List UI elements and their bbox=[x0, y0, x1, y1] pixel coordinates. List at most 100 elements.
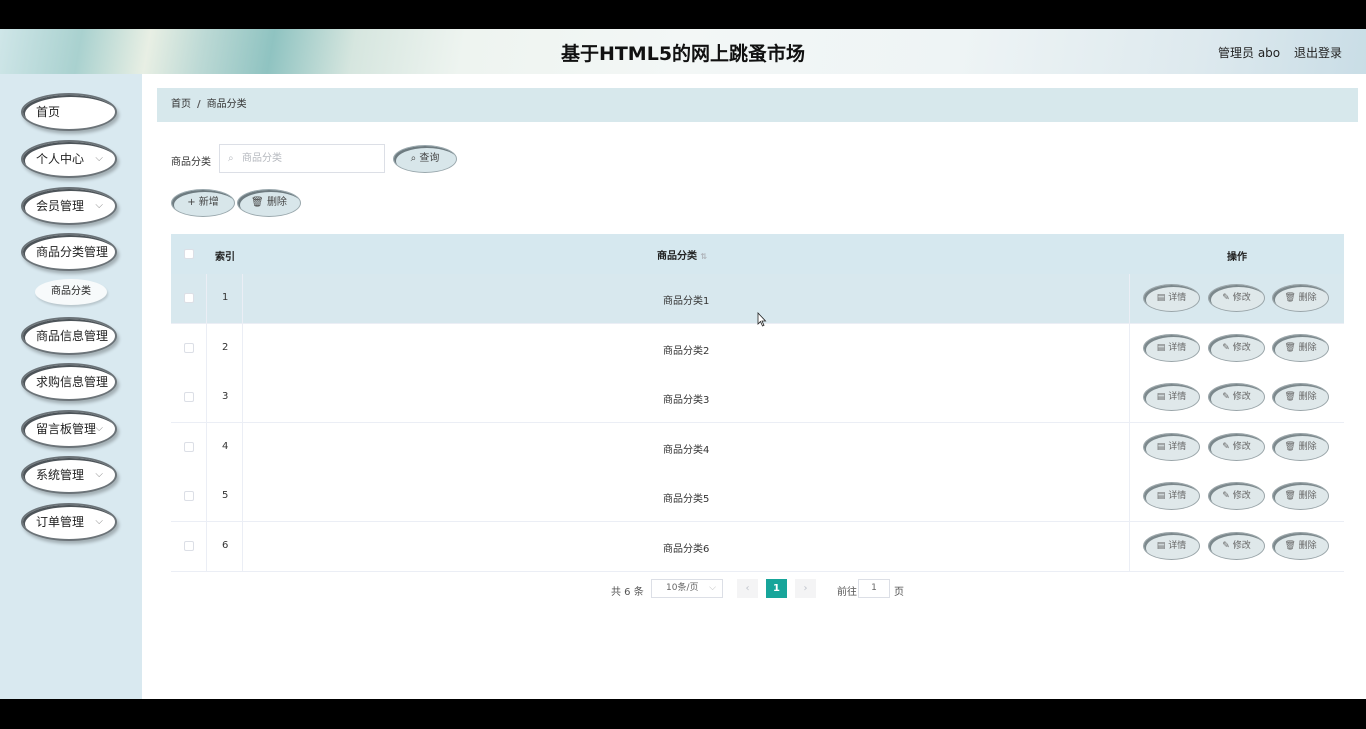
prev-page-button[interactable]: ‹ bbox=[737, 579, 758, 598]
row-index: 1 bbox=[222, 292, 228, 303]
sidebar-item-category-management[interactable]: 商品分类管理 bbox=[21, 233, 117, 271]
pencil-icon: ✎ bbox=[1222, 293, 1230, 303]
letterbox-bottom bbox=[0, 699, 1366, 729]
row-delete-button[interactable]: 🗑 删除 bbox=[1272, 532, 1329, 560]
page-number-current[interactable]: 1 bbox=[766, 579, 787, 598]
column-header-index: 索引 bbox=[215, 248, 235, 263]
document-icon: ▤ bbox=[1157, 442, 1166, 452]
delete-button[interactable]: 🗑 删除 bbox=[237, 189, 301, 217]
pencil-icon: ✎ bbox=[1222, 541, 1230, 551]
row-checkbox[interactable] bbox=[184, 343, 194, 353]
row-checkbox[interactable] bbox=[184, 442, 194, 452]
sidebar-item-label: 首页 bbox=[36, 105, 60, 119]
column-divider bbox=[206, 324, 207, 373]
chevron-down-icon: ⌵ bbox=[95, 458, 103, 492]
row-delete-button-label: 删除 bbox=[1299, 541, 1317, 551]
detail-button-label: 详情 bbox=[1168, 293, 1186, 303]
detail-button[interactable]: ▤ 详情 bbox=[1143, 284, 1200, 312]
row-delete-button[interactable]: 🗑 删除 bbox=[1272, 284, 1329, 312]
delete-button-label: 删除 bbox=[267, 197, 287, 208]
edit-button[interactable]: ✎ 修改 bbox=[1208, 482, 1265, 510]
top-header: 基于HTML5的网上跳蚤市场 管理员 abo 退出登录 bbox=[0, 29, 1366, 74]
select-all-checkbox[interactable] bbox=[184, 249, 194, 259]
edit-button[interactable]: ✎ 修改 bbox=[1208, 532, 1265, 560]
query-button-label: 查询 bbox=[419, 153, 439, 164]
row-category: 商品分类5 bbox=[663, 490, 709, 505]
edit-button[interactable]: ✎ 修改 bbox=[1208, 334, 1265, 362]
sidebar-item-orders[interactable]: 订单管理 ⌵ bbox=[21, 503, 117, 541]
pencil-icon: ✎ bbox=[1222, 343, 1230, 353]
detail-button-label: 详情 bbox=[1168, 541, 1186, 551]
detail-button[interactable]: ▤ 详情 bbox=[1143, 383, 1200, 411]
sidebar: 首页 个人中心 ⌵ 会员管理 ⌵ 商品分类管理 商品分类 商品信息管理 求购信息… bbox=[0, 74, 142, 699]
column-header-category-label: 商品分类 bbox=[657, 251, 697, 262]
sidebar-item-members[interactable]: 会员管理 ⌵ bbox=[21, 187, 117, 225]
pencil-icon: ✎ bbox=[1222, 392, 1230, 402]
sidebar-item-message-board[interactable]: 留言板管理 ⌵ bbox=[21, 410, 117, 448]
edit-button[interactable]: ✎ 修改 bbox=[1208, 284, 1265, 312]
sidebar-item-home[interactable]: 首页 bbox=[21, 93, 117, 131]
row-index: 4 bbox=[222, 441, 228, 452]
current-user: 管理员 abo bbox=[1218, 44, 1280, 61]
next-page-button[interactable]: › bbox=[795, 579, 816, 598]
sidebar-item-system[interactable]: 系统管理 ⌵ bbox=[21, 456, 117, 494]
row-checkbox[interactable] bbox=[184, 491, 194, 501]
row-index: 5 bbox=[222, 490, 228, 501]
edit-button-label: 修改 bbox=[1233, 442, 1251, 452]
edit-button[interactable]: ✎ 修改 bbox=[1208, 433, 1265, 461]
page-size-value: 10条/页 bbox=[666, 583, 699, 593]
query-button[interactable]: ⌕ 查询 bbox=[393, 145, 457, 173]
row-category: 商品分类4 bbox=[663, 441, 709, 456]
sidebar-item-label: 订单管理 bbox=[36, 515, 84, 529]
row-checkbox[interactable] bbox=[184, 541, 194, 551]
detail-button[interactable]: ▤ 详情 bbox=[1143, 334, 1200, 362]
sidebar-subitem-category[interactable]: 商品分类 bbox=[35, 279, 107, 305]
site-title: 基于HTML5的网上跳蚤市场 bbox=[0, 39, 1366, 66]
add-button[interactable]: + 新增 bbox=[171, 189, 235, 217]
column-header-actions: 操作 bbox=[1227, 248, 1247, 263]
detail-button-label: 详情 bbox=[1168, 392, 1186, 402]
column-divider bbox=[1129, 324, 1130, 373]
sidebar-item-label: 系统管理 bbox=[36, 468, 84, 482]
logout-link[interactable]: 退出登录 bbox=[1294, 44, 1342, 61]
row-delete-button-label: 删除 bbox=[1299, 392, 1317, 402]
column-divider bbox=[206, 472, 207, 521]
column-divider bbox=[242, 522, 243, 571]
row-category: 商品分类2 bbox=[663, 342, 709, 357]
sidebar-item-profile[interactable]: 个人中心 ⌵ bbox=[21, 140, 117, 178]
detail-button[interactable]: ▤ 详情 bbox=[1143, 433, 1200, 461]
mouse-cursor-icon bbox=[757, 312, 767, 327]
row-delete-button-label: 删除 bbox=[1299, 293, 1317, 303]
row-checkbox[interactable] bbox=[184, 293, 194, 303]
letterbox-top bbox=[0, 0, 1366, 29]
sidebar-item-wanted-management[interactable]: 求购信息管理 bbox=[21, 363, 117, 401]
column-header-category[interactable]: 商品分类 ⇅ bbox=[657, 247, 707, 262]
chevron-down-icon: ⌵ bbox=[95, 412, 103, 446]
page-size-select[interactable]: 10条/页 ⌵ bbox=[651, 579, 723, 598]
row-delete-button[interactable]: 🗑 删除 bbox=[1272, 433, 1329, 461]
column-divider bbox=[206, 522, 207, 571]
row-delete-button-label: 删除 bbox=[1299, 491, 1317, 501]
row-checkbox[interactable] bbox=[184, 392, 194, 402]
detail-button-label: 详情 bbox=[1168, 491, 1186, 501]
detail-button[interactable]: ▤ 详情 bbox=[1143, 482, 1200, 510]
search-input[interactable]: ⌕ 商品分类 bbox=[219, 144, 385, 173]
add-button-label: 新增 bbox=[199, 197, 219, 208]
detail-button[interactable]: ▤ 详情 bbox=[1143, 532, 1200, 560]
pagination-total: 共 6 条 bbox=[611, 583, 644, 598]
row-index: 3 bbox=[222, 391, 228, 402]
row-delete-button[interactable]: 🗑 删除 bbox=[1272, 482, 1329, 510]
row-delete-button-label: 删除 bbox=[1299, 343, 1317, 353]
row-delete-button[interactable]: 🗑 删除 bbox=[1272, 334, 1329, 362]
edit-button-label: 修改 bbox=[1233, 293, 1251, 303]
goto-page-input[interactable]: 1 bbox=[858, 579, 890, 598]
breadcrumb-home[interactable]: 首页 bbox=[171, 99, 191, 110]
edit-button[interactable]: ✎ 修改 bbox=[1208, 383, 1265, 411]
sidebar-item-label: 商品分类管理 bbox=[36, 245, 108, 259]
sidebar-item-product-management[interactable]: 商品信息管理 bbox=[21, 317, 117, 355]
row-delete-button[interactable]: 🗑 删除 bbox=[1272, 383, 1329, 411]
row-category: 商品分类6 bbox=[663, 540, 709, 555]
document-icon: ▤ bbox=[1157, 293, 1166, 303]
pencil-icon: ✎ bbox=[1222, 491, 1230, 501]
category-table: 索引 商品分类 ⇅ 操作 1 商品分类1 ▤ 详情 ✎ 修改 🗑 删除 2 商品… bbox=[171, 234, 1344, 570]
